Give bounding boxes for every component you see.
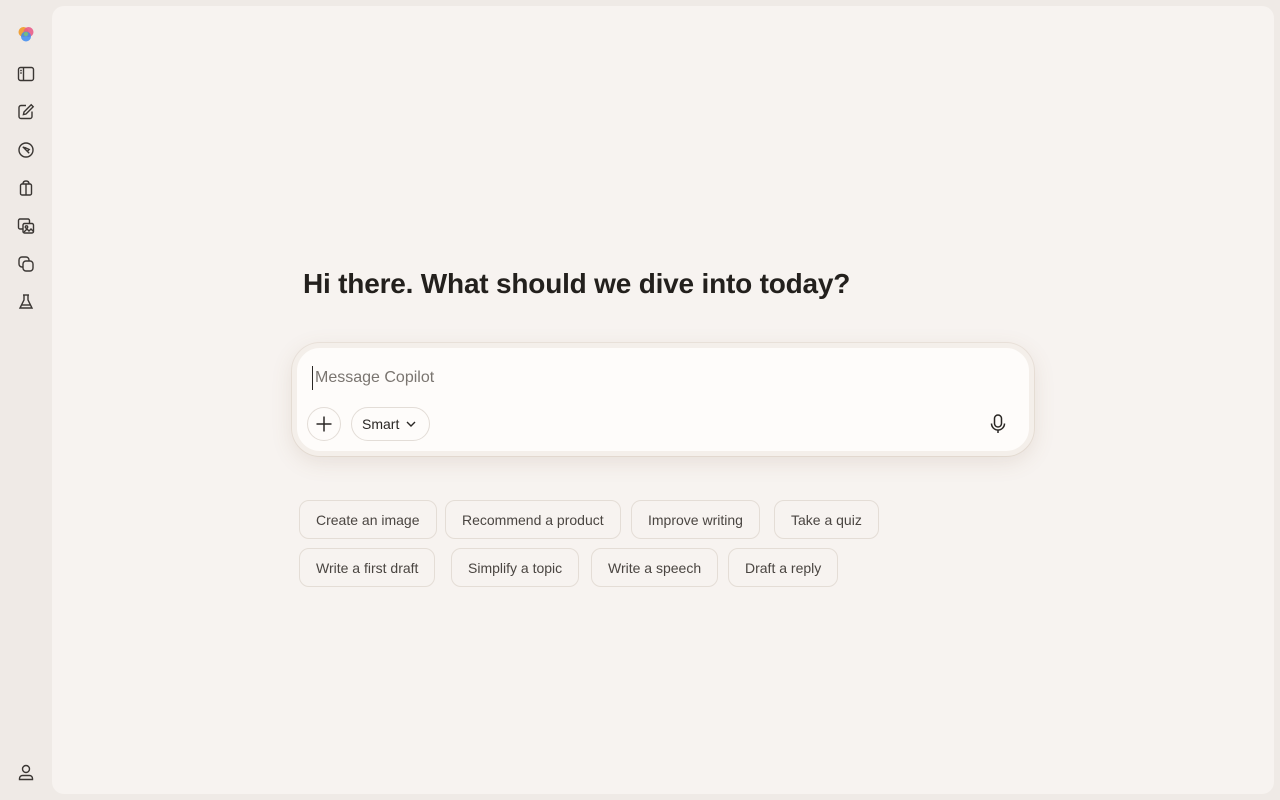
mode-label: Smart <box>362 416 400 432</box>
greeting-heading: Hi there. What should we dive into today… <box>303 268 851 299</box>
sidebar-toggle-icon[interactable] <box>13 61 39 87</box>
copilot-logo-icon[interactable] <box>13 21 39 47</box>
pages-icon[interactable] <box>13 251 39 277</box>
suggestion-chip[interactable]: Draft a reply <box>728 548 839 587</box>
suggestion-chip[interactable]: Write a speech <box>591 548 719 587</box>
profile-icon[interactable] <box>13 759 39 785</box>
message-input[interactable] <box>312 366 967 390</box>
voice-input-button[interactable] <box>981 407 1015 441</box>
new-chat-icon[interactable] <box>13 99 39 125</box>
left-rail <box>0 0 52 800</box>
suggestion-chip[interactable]: Simplify a topic <box>451 548 580 587</box>
mode-selector-button[interactable]: Smart <box>351 407 431 441</box>
suggestion-chip[interactable]: Write a first draft <box>299 548 436 587</box>
chevron-down-icon <box>405 418 417 430</box>
suggestion-chip[interactable]: Improve writing <box>631 500 760 539</box>
image-library-icon[interactable] <box>13 213 39 239</box>
main-panel: Hi there. What should we dive into today… <box>52 6 1274 794</box>
suggestion-chip[interactable]: Recommend a product <box>445 500 621 539</box>
labs-icon[interactable] <box>13 289 39 315</box>
plus-icon <box>314 414 334 434</box>
discover-icon[interactable] <box>13 137 39 163</box>
microphone-icon <box>987 413 1009 435</box>
gift-icon[interactable] <box>13 175 39 201</box>
suggestion-chip[interactable]: Take a quiz <box>774 500 879 539</box>
suggestion-chip[interactable]: Create an image <box>299 500 437 539</box>
message-composer: Smart <box>292 343 1034 456</box>
add-attachment-button[interactable] <box>307 407 341 441</box>
